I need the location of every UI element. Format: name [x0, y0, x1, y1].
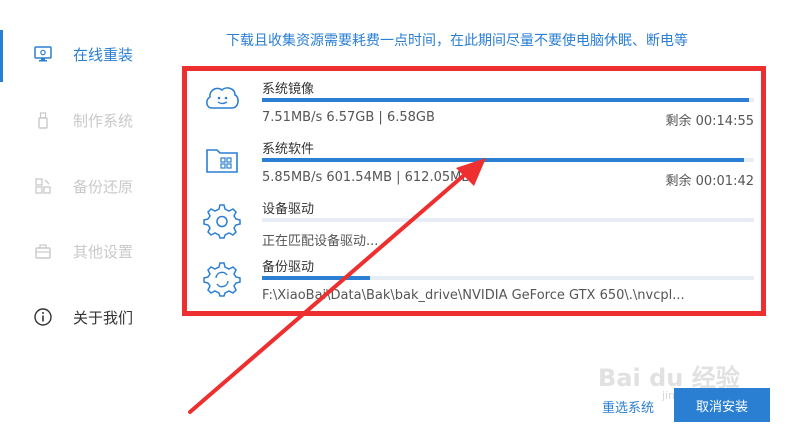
download-info: 7.51MB/s 6.57GB | 6.58GB [262, 110, 435, 125]
reselect-system-button[interactable]: 重选系统 [596, 391, 660, 421]
download-info: 正在匹配设备驱动... [262, 234, 379, 249]
sidebar: 在线重装 制作系统 备份还原 其他设置 关于我们 [0, 0, 175, 430]
sidebar-item-make-system[interactable]: 制作系统 [0, 100, 175, 140]
progress-fill [262, 158, 745, 162]
download-item-system-image: 系统镜像 7.51MB/s 6.57GB | 6.58GB 剩余 00:14:5… [200, 76, 760, 136]
sidebar-item-online-reinstall[interactable]: 在线重装 [0, 34, 175, 74]
info-icon [33, 307, 53, 327]
progress-fill [262, 98, 750, 102]
download-item-device-driver: 设备驱动 正在匹配设备驱动... [200, 196, 760, 256]
download-item-backup-driver: 备份驱动 F:\XiaoBai\Data\Bak\bak_drive\NVIDI… [200, 254, 760, 314]
usb-drive-icon [33, 110, 53, 130]
smiley-cloud-icon [202, 80, 242, 120]
download-item-system-software: 系统软件 5.85MB/s 601.54MB | 612.05MB 剩余 00:… [200, 136, 760, 196]
cancel-install-button[interactable]: 取消安装 [674, 388, 770, 422]
download-remaining: 剩余 00:14:55 [665, 114, 754, 129]
gear-sync-icon [202, 258, 242, 298]
sidebar-item-other-settings[interactable]: 其他设置 [0, 231, 175, 271]
sidebar-item-label: 制作系统 [73, 111, 134, 130]
sidebar-item-label: 备份还原 [73, 177, 134, 196]
folder-apps-icon [202, 140, 242, 180]
backup-grid-icon [33, 176, 53, 196]
notice-text: 下载且收集资源需要耗费一点时间，在此期间尽量不要使电脑休眠、断电等 [226, 33, 688, 49]
progress-track [262, 276, 754, 280]
sidebar-item-label: 在线重装 [73, 45, 134, 64]
download-name: 系统镜像 [262, 82, 315, 97]
progress-track [262, 218, 754, 222]
gear-icon [202, 200, 242, 240]
sidebar-item-backup-restore[interactable]: 备份还原 [0, 166, 175, 206]
download-remaining: 剩余 00:01:42 [665, 174, 754, 189]
progress-track [262, 158, 754, 162]
download-info: 5.85MB/s 601.54MB | 612.05MB [262, 170, 471, 185]
briefcase-icon [33, 241, 53, 261]
monitor-icon [33, 44, 53, 64]
sidebar-item-label: 其他设置 [73, 242, 134, 261]
progress-track [262, 98, 754, 102]
download-name: 设备驱动 [262, 202, 315, 217]
sidebar-item-about-us[interactable]: 关于我们 [0, 297, 175, 337]
download-info: F:\XiaoBai\Data\Bak\bak_drive\NVIDIA GeF… [262, 288, 685, 303]
download-name: 备份驱动 [262, 260, 315, 275]
progress-fill [262, 276, 371, 280]
sidebar-item-label: 关于我们 [73, 308, 134, 327]
download-name: 系统软件 [262, 142, 315, 157]
